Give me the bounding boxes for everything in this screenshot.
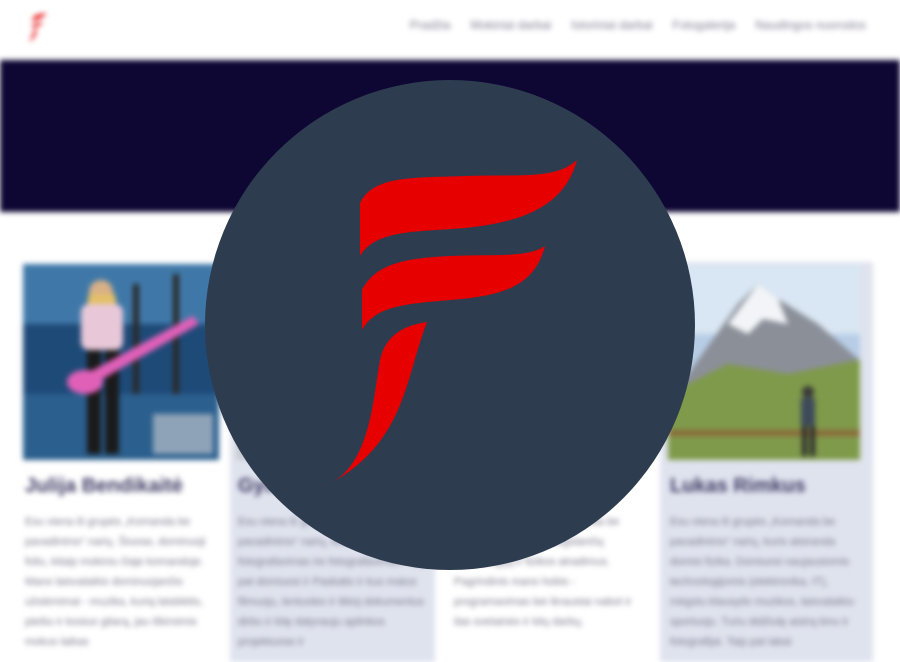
nav-item-photo-gallery[interactable]: Fotogalerija xyxy=(673,18,736,32)
nav-item-useful-links[interactable]: Naudingos nuorodos xyxy=(755,18,866,32)
brand-logo-badge xyxy=(205,80,695,570)
brand-f-icon[interactable] xyxy=(26,12,48,42)
member-description: Esu viena iš grupės „Komanda be pavadini… xyxy=(25,516,206,648)
member-name: Julija Bendikaitė xyxy=(25,475,183,497)
top-navigation-bar: Pradžia Mokiniai darbai Istoriniai darba… xyxy=(0,0,900,60)
member-photo xyxy=(668,264,860,460)
brand-f-icon xyxy=(333,160,577,482)
main-nav: Pradžia Mokiniai darbai Istoriniai darba… xyxy=(410,18,866,32)
nav-item-student-works[interactable]: Mokiniai darbai xyxy=(470,18,551,32)
member-description: Esu viena iš grupės „Komanda be pavadini… xyxy=(670,516,855,648)
member-photo xyxy=(23,264,219,460)
nav-item-home[interactable]: Pradžia xyxy=(410,18,451,32)
nav-item-historical-works[interactable]: Istoriniai darbai xyxy=(571,18,652,32)
team-card: Julija Bendikaitė Esu viena iš grupės „K… xyxy=(23,262,219,662)
